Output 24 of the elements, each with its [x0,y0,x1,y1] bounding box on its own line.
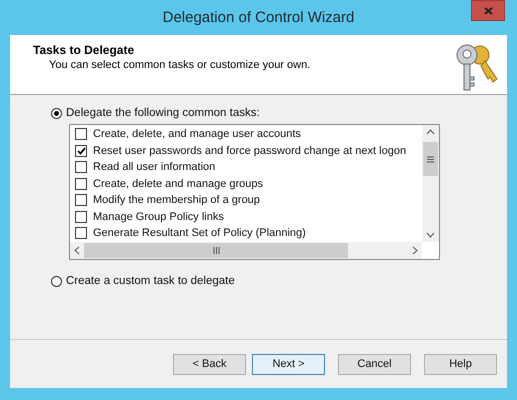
task-item[interactable]: Modify the membership of a group [75,192,422,208]
close-button[interactable] [471,0,505,21]
radio-option[interactable]: Delegate the following common tasks: [51,107,507,119]
task-item[interactable]: Manage Group Policy links [75,208,422,225]
grip-icon [427,156,434,162]
wizard-button[interactable]: Cancel [338,354,411,374]
radio-option[interactable]: Create a custom task to delegate [51,275,507,287]
close-icon [484,6,492,14]
page-title: Tasks to Delegate [33,43,136,57]
keys-icon [454,43,500,91]
horizontal-scrollbar[interactable] [70,242,422,259]
page-subtitle: You can select common tasks or customize your own. [49,59,310,71]
wizard-button[interactable]: Help [424,354,497,374]
vertical-scrollbar[interactable] [422,125,439,242]
task-item[interactable]: Create, delete and manage groups [75,176,422,192]
window-title: Delegation of Control Wizard [162,9,354,26]
task-item[interactable]: Reset user passwords and force password change at next logon [75,142,422,159]
task-item[interactable]: Create, delete, and manage user accounts [75,126,422,142]
task-item[interactable]: Generate Resultant Set of Policy (Planning) [75,225,422,242]
check-icon [76,146,86,155]
task-item[interactable]: Read all user information [75,159,422,176]
wizard-button[interactable]: < Back [173,354,246,374]
wizard-button[interactable]: Next > [252,354,325,374]
grip-icon [212,247,220,254]
